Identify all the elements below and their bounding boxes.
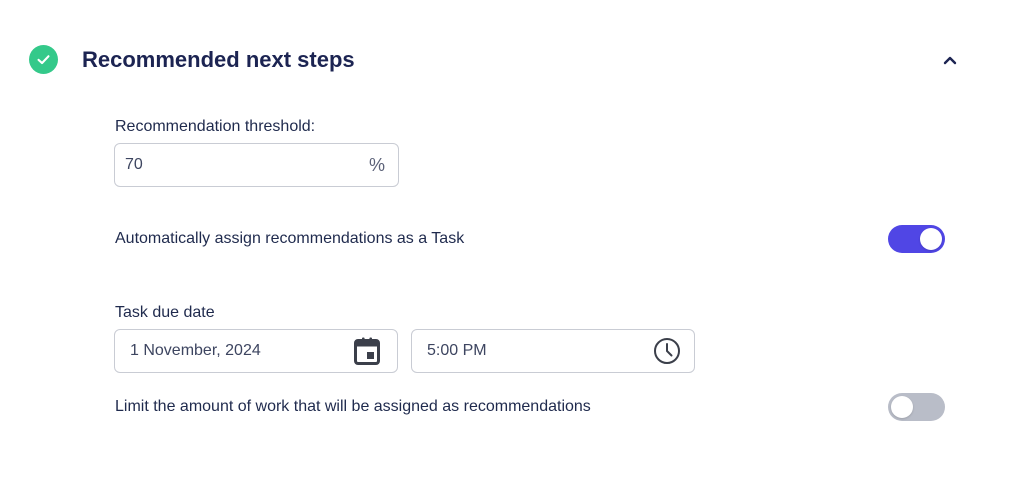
toggle-knob [891,396,913,418]
threshold-input[interactable] [125,156,369,174]
due-date-label: Task due date [115,304,215,321]
date-field[interactable] [114,329,398,373]
limit-work-toggle[interactable] [888,393,945,421]
section-title: Recommended next steps [82,47,355,72]
recommended-next-steps-panel: Recommended next steps Recommendation th… [0,0,1024,504]
collapse-button[interactable] [936,48,964,72]
threshold-label: Recommendation threshold: [115,118,316,135]
time-field[interactable] [411,329,695,373]
clock-icon[interactable] [653,337,681,365]
limit-work-label: Limit the amount of work that will be as… [115,398,591,415]
auto-assign-label: Automatically assign recommendations as … [115,230,465,247]
time-input[interactable] [427,342,653,360]
date-input[interactable] [130,342,354,360]
calendar-icon[interactable] [354,337,380,365]
percent-suffix: % [368,154,385,175]
check-circle-icon [29,45,58,74]
toggle-knob [920,228,942,250]
auto-assign-toggle[interactable] [888,225,945,253]
chevron-up-icon [943,56,957,65]
threshold-field[interactable]: % [114,143,399,187]
